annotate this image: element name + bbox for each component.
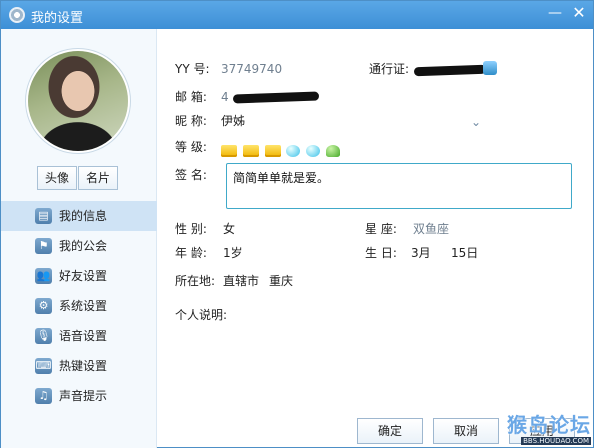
sidebar-nav: ▤ 我的信息 ⚑ 我的公会 👥 好友设置 ⚙ 系统设置 🎙 语音设置 ⌨ 热键设 <box>1 201 157 411</box>
location-city[interactable]: 重庆 <box>269 271 293 291</box>
watermark-subtext: BBS.HOUDAO.COM <box>521 437 591 445</box>
sidebar-item-label: 热键设置 <box>59 359 108 373</box>
flag-icon: ⚑ <box>35 238 52 254</box>
sidebar-item-hotkey-settings[interactable]: ⌨ 热键设置 <box>1 351 157 381</box>
sidebar-item-label: 系统设置 <box>59 299 108 313</box>
signature-input[interactable]: 简简单单就是爱。 <box>226 163 572 209</box>
level-label: 等 级: <box>175 140 207 154</box>
sidebar-item-label: 我的信息 <box>59 209 108 223</box>
microphone-icon: 🎙 <box>35 328 52 344</box>
birthday-month[interactable]: 3月 <box>411 243 431 263</box>
birthday-label: 生 日: <box>365 246 397 260</box>
music-note-icon: ♫ <box>35 388 52 404</box>
location-province[interactable]: 直辖市 <box>223 271 259 291</box>
sidebar-item-my-info[interactable]: ▤ 我的信息 <box>1 201 157 231</box>
friends-gear-icon: 👥 <box>35 268 52 284</box>
card-button[interactable]: 名片 <box>78 166 118 190</box>
yy-number: 37749740 <box>221 62 283 76</box>
sidebar-item-label: 好友设置 <box>59 269 108 283</box>
avatar[interactable] <box>26 49 130 153</box>
sidebar-item-friend-settings[interactable]: 👥 好友设置 <box>1 261 157 291</box>
row-bio: 个人说明: <box>161 305 591 325</box>
settings-window: 我的设置 — ✕ 头像 名片 ▤ 我的信息 ⚑ 我的公会 👥 好友设置 ⚙ 系统… <box>0 0 594 448</box>
sidebar-item-voice-settings[interactable]: 🎙 语音设置 <box>1 321 157 351</box>
window-title: 我的设置 <box>31 11 84 26</box>
sidebar-item-label: 语音设置 <box>59 329 108 343</box>
sidebar-item-system-settings[interactable]: ⚙ 系统设置 <box>1 291 157 321</box>
gender-value[interactable]: 女 <box>223 219 235 239</box>
chevron-down-icon[interactable]: ⌄ <box>471 112 481 132</box>
sidebar: 头像 名片 ▤ 我的信息 ⚑ 我的公会 👥 好友设置 ⚙ 系统设置 🎙 语音设置 <box>1 29 157 448</box>
signature-label: 签 名: <box>175 168 207 182</box>
gear-icon: ⚙ <box>35 298 52 314</box>
leaf-icon <box>326 144 341 157</box>
row-gender-zodiac: 性 别: 女 星 座: 双鱼座 <box>161 219 591 239</box>
profile-card-icon: ▤ <box>35 208 52 224</box>
sidebar-item-label: 我的公会 <box>59 239 108 253</box>
row-age-birthday: 年 龄: 1岁 生 日: 3月 15日 <box>161 243 591 263</box>
zodiac-value: 双鱼座 <box>413 222 450 236</box>
row-email: 邮 箱: 4 <box>161 87 591 107</box>
gem-icon <box>306 144 321 157</box>
zodiac-label: 星 座: <box>365 222 397 236</box>
crown-icon <box>264 144 281 157</box>
cancel-button[interactable]: 取消 <box>433 418 499 444</box>
level-icons <box>221 140 341 160</box>
email-value: 4 <box>221 90 229 104</box>
pass-label: 通行证: <box>369 62 410 76</box>
watermark: 猴岛论坛 BBS.HOUDAO.COM <box>499 409 593 447</box>
minimize-button[interactable]: — <box>545 4 565 22</box>
app-logo-icon <box>9 7 25 23</box>
crown-icon <box>221 144 237 157</box>
location-label: 所在地: <box>175 274 216 288</box>
avatar-button[interactable]: 头像 <box>37 166 77 190</box>
yy-label: YY 号: <box>175 62 210 76</box>
edit-icon[interactable] <box>483 61 497 75</box>
gender-label: 性 别: <box>175 222 207 236</box>
profile-content: YY 号: 37749740 通行证: 邮 箱: 4 昵 称: 伊姊 ⌄ 等 级… <box>161 29 591 448</box>
email-label: 邮 箱: <box>175 90 207 104</box>
crown-icon <box>242 144 259 157</box>
sidebar-item-my-guild[interactable]: ⚑ 我的公会 <box>1 231 157 261</box>
sidebar-item-sound-alerts[interactable]: ♫ 声音提示 <box>1 381 157 411</box>
title-bar[interactable]: 我的设置 — ✕ <box>1 1 593 29</box>
row-nickname: 昵 称: 伊姊 ⌄ <box>161 111 591 131</box>
gem-icon <box>286 144 301 157</box>
email-redaction <box>232 91 320 104</box>
nickname-label: 昵 称: <box>175 114 207 128</box>
signature-text: 简简单单就是爱。 <box>233 171 330 185</box>
keyboard-icon: ⌨ <box>35 358 52 374</box>
watermark-text: 猴岛论坛 <box>507 413 591 437</box>
row-yy: YY 号: 37749740 通行证: <box>161 59 591 79</box>
row-location: 所在地: 直辖市 重庆 <box>161 271 591 291</box>
close-button[interactable]: ✕ <box>569 4 589 22</box>
age-label: 年 龄: <box>175 246 207 260</box>
nickname-value[interactable]: 伊姊 <box>221 111 245 131</box>
age-value: 1岁 <box>223 246 243 260</box>
bio-label: 个人说明: <box>175 308 228 322</box>
birthday-day[interactable]: 15日 <box>451 243 478 263</box>
avatar-photo <box>28 51 128 151</box>
ok-button[interactable]: 确定 <box>357 418 423 444</box>
pass-redaction <box>413 64 487 77</box>
sidebar-item-label: 声音提示 <box>59 389 108 403</box>
row-level: 等 级: <box>161 137 591 157</box>
